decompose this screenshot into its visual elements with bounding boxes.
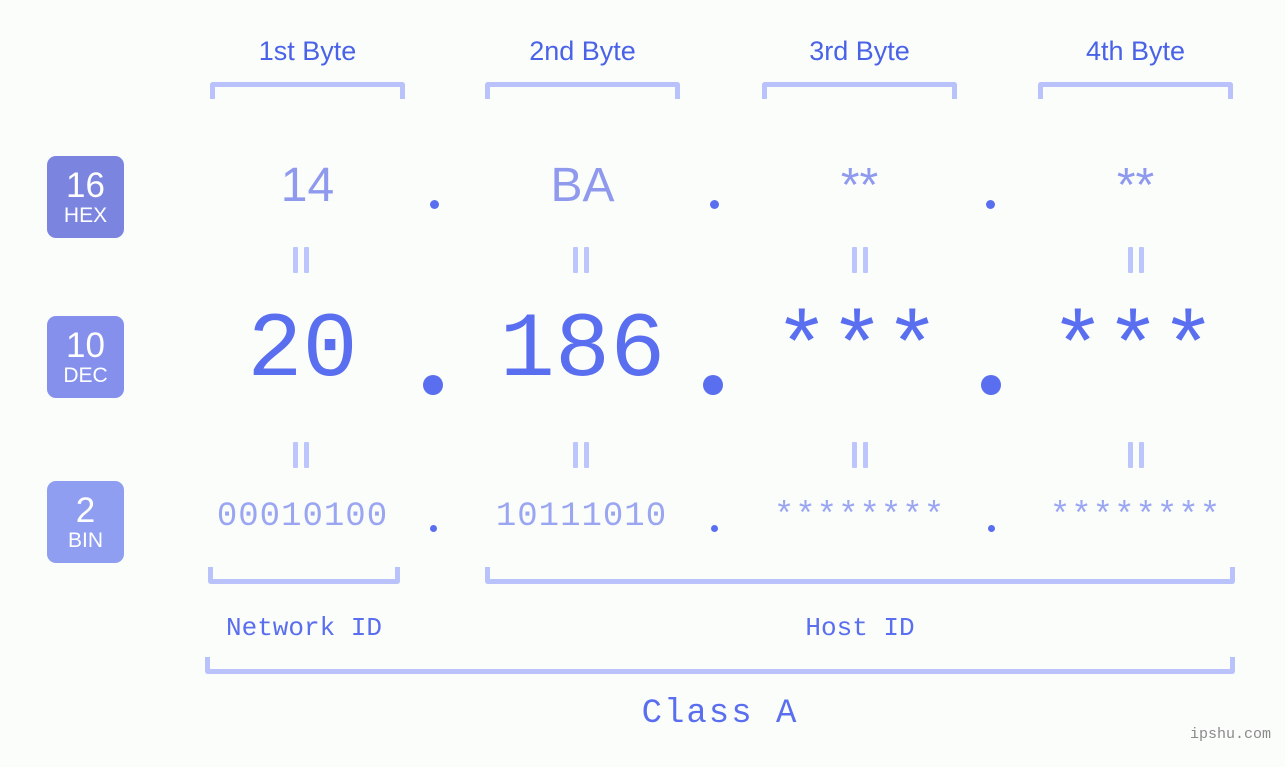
dec-dot-2 [703, 375, 723, 395]
bin-byte-4: ******** [1049, 498, 1222, 536]
radix-badge-dec: 10 DEC [47, 316, 124, 398]
dec-byte-1: 20 [247, 298, 358, 403]
byte-bracket-1 [210, 82, 405, 99]
bin-dot-2 [711, 525, 718, 532]
bin-dot-3 [988, 525, 995, 532]
byte-header-4: 4th Byte [1085, 36, 1186, 66]
bin-dot-1 [430, 525, 437, 532]
radix-badge-bin-number: 2 [75, 490, 96, 530]
hex-byte-1: 14 [280, 159, 335, 212]
dec-dot-3 [981, 375, 1001, 395]
host-id-label: Host ID [805, 613, 915, 643]
hex-byte-4: ** [1116, 159, 1155, 212]
hex-dot-1 [430, 200, 439, 209]
byte-header-2: 2nd Byte [529, 36, 636, 66]
dec-byte-3: *** [774, 298, 940, 403]
equals-mark-dec-bin-2 [572, 442, 590, 468]
radix-badge-dec-number: 10 [66, 325, 105, 365]
byte-bracket-4 [1038, 82, 1233, 99]
hex-dot-2 [710, 200, 719, 209]
byte-header-1: 1st Byte [258, 36, 357, 66]
network-id-bracket [208, 567, 400, 584]
equals-mark-dec-bin-3 [851, 442, 869, 468]
dec-byte-2: 186 [499, 298, 666, 403]
bin-byte-1: 00010100 [216, 498, 389, 536]
class-bracket [205, 657, 1235, 674]
dec-byte-4: *** [1050, 298, 1216, 403]
equals-mark-hex-dec-1 [292, 247, 310, 273]
radix-badge-bin: 2 BIN [47, 481, 124, 563]
dec-dot-1 [423, 375, 443, 395]
watermark: ipshu.com [1189, 726, 1271, 743]
radix-badge-hex-number: 16 [66, 165, 105, 205]
equals-mark-hex-dec-4 [1127, 247, 1145, 273]
bin-byte-2: 10111010 [495, 498, 668, 536]
hex-byte-2: BA [550, 159, 615, 212]
byte-bracket-3 [762, 82, 957, 99]
class-label: Class A [641, 695, 799, 733]
equals-mark-dec-bin-1 [292, 442, 310, 468]
radix-badge-hex-label: HEX [63, 203, 108, 227]
equals-mark-hex-dec-3 [851, 247, 869, 273]
byte-header-3: 3rd Byte [809, 36, 910, 66]
host-id-bracket [485, 567, 1235, 584]
hex-dot-3 [986, 200, 995, 209]
byte-bracket-2 [485, 82, 680, 99]
bin-byte-3: ******** [773, 498, 946, 536]
radix-badge-bin-label: BIN [67, 528, 103, 552]
equals-mark-hex-dec-2 [572, 247, 590, 273]
radix-badge-dec-label: DEC [63, 363, 108, 387]
radix-badge-hex: 16 HEX [47, 156, 124, 238]
equals-mark-dec-bin-4 [1127, 442, 1145, 468]
network-id-label: Network ID [225, 613, 383, 643]
hex-byte-3: ** [840, 159, 879, 212]
ip-breakdown-diagram: 1st Byte 2nd Byte 3rd Byte 4th Byte 16 H… [0, 0, 1285, 767]
